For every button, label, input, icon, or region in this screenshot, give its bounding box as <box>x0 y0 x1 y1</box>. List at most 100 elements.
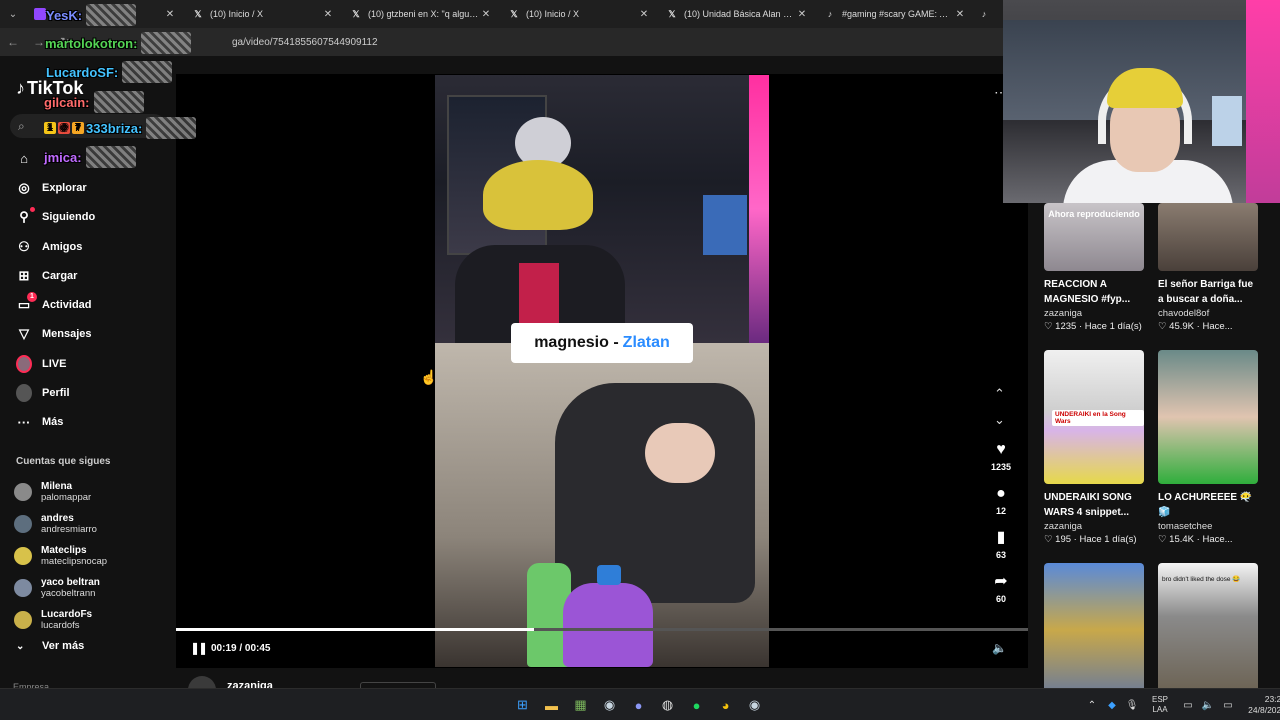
network-icon[interactable]: ▭ <box>1178 700 1198 711</box>
comment-button[interactable]: ● 12 <box>986 484 1016 516</box>
browser-tab[interactable]: ♪ R <box>974 0 998 28</box>
following-account[interactable]: andres andresmiarro <box>14 508 174 540</box>
clock[interactable]: 23:2624/8/2025 <box>1242 694 1280 716</box>
chevron-down-icon[interactable]: ⌄ <box>994 412 1005 428</box>
microphone-icon[interactable]: 🎙 <box>1122 700 1142 711</box>
chevron-down-icon: ⌄ <box>16 640 25 652</box>
sidebar-item-profile[interactable]: Perfil <box>0 378 176 407</box>
suggestion-stats: ♡ 45.9K · Hace... <box>1158 321 1233 332</box>
close-icon[interactable]: ✕ <box>164 9 176 20</box>
scene-arm <box>555 383 755 603</box>
chevron-up-icon[interactable]: ⌃ <box>994 386 1005 402</box>
close-icon[interactable]: ✕ <box>954 9 966 20</box>
suggestion-thumbnail[interactable] <box>1158 203 1258 271</box>
suggestion-stats: ♡ 195 · Hace 1 día(s) <box>1044 534 1137 545</box>
suggestion-time: Hace... <box>1202 321 1233 332</box>
tiktok-logo[interactable]: ♪ TikTok <box>16 78 83 99</box>
pause-icon[interactable]: ❚❚ <box>190 641 208 655</box>
close-icon[interactable]: ✕ <box>796 9 808 20</box>
following-account[interactable]: yaco beltran yacobeltrann <box>14 572 174 604</box>
share-button[interactable]: ➦ 60 <box>986 572 1016 604</box>
keyboard-layout: LAA <box>1152 705 1168 714</box>
suggestion-card[interactable] <box>1044 563 1144 688</box>
language-indicator[interactable]: ESP LAA <box>1146 695 1174 715</box>
video-progress-bar[interactable] <box>176 628 1028 631</box>
suggestion-time: Hace... <box>1202 534 1233 545</box>
speaker-icon[interactable]: 🔈 <box>1198 700 1218 711</box>
suggestion-thumbnail[interactable] <box>1044 563 1144 688</box>
suggestion-author: chavodel8of <box>1158 308 1210 319</box>
account-name: andres <box>41 513 74 524</box>
following-account[interactable]: Milena palomappar <box>14 476 174 508</box>
following-account[interactable]: Mateclips mateclipsnocap <box>14 540 174 572</box>
messages-icon: ▽ <box>19 326 29 342</box>
reload-icon[interactable]: ↻ <box>52 35 78 49</box>
forward-arrow-icon[interactable]: → <box>26 35 52 49</box>
like-button[interactable]: ♥ 1235 <box>986 440 1016 472</box>
suggestion-title: REACCION A MAGNESIO #fyp... <box>1044 279 1131 305</box>
save-button[interactable]: ▮ 63 <box>986 528 1016 560</box>
discord-icon[interactable]: ● <box>624 693 653 717</box>
heart-outline-icon: ♡ <box>1044 534 1053 545</box>
sidebar-item-label: Explorar <box>42 181 87 194</box>
battery-icon[interactable]: ▭ <box>1218 700 1238 711</box>
share-arrow-icon: ➦ <box>994 573 1008 590</box>
back-arrow-icon[interactable]: ← <box>0 35 26 49</box>
steam-client-icon[interactable]: ◉ <box>740 693 769 717</box>
sidebar-item-upload[interactable]: ⊞ Cargar <box>0 261 176 290</box>
browser-tab[interactable]: 𝕏 (10) Inicio / X ✕ <box>184 0 342 28</box>
suggestion-stats: ♡ 1235 · Hace 1 día(s) <box>1044 321 1142 332</box>
browser-tab[interactable]: 𝕏 (10) Inicio / X ✕ <box>500 0 658 28</box>
sidebar-item-activity[interactable]: ▭ 1 Actividad <box>0 290 176 319</box>
url-text[interactable]: ga/video/7541855607544909112 <box>232 37 378 48</box>
language-code: ESP <box>1151 695 1168 704</box>
suggestion-thumbnail[interactable]: UNDERAIKI en la Song Wars <box>1044 350 1144 484</box>
steam-icon[interactable]: ◉ <box>595 693 624 717</box>
sidebar-item-more[interactable]: ··· Más <box>0 408 176 437</box>
minecraft-icon[interactable]: ▦ <box>566 693 595 717</box>
search-input[interactable]: ⌕ <box>10 114 166 138</box>
suggestion-card[interactable]: Ahora reproduciendo REACCION A MAGNESIO … <box>1044 203 1144 332</box>
scene-hand <box>645 423 715 483</box>
account-handle: lucardofs <box>41 620 80 631</box>
sidebar-item-friends[interactable]: ⚇ Amigos <box>0 232 176 261</box>
close-icon[interactable]: ✕ <box>480 9 492 20</box>
browser-tab[interactable]: 𝕏 (10) Unidad Básica Alan Gauto ✕ <box>658 0 816 28</box>
close-icon[interactable]: ✕ <box>638 9 650 20</box>
tab-search-button[interactable]: ⌄ <box>0 0 26 28</box>
suggestion-thumbnail[interactable] <box>1158 350 1258 484</box>
sidebar-item-following[interactable]: ⚲ Siguiendo <box>0 203 176 232</box>
suggestion-thumbnail[interactable]: Ahora reproduciendo <box>1044 203 1144 271</box>
sidebar-item-label: Mensajes <box>42 328 92 341</box>
suggestion-likes: 15.4K <box>1169 534 1194 545</box>
obs-icon[interactable]: ◍ <box>653 693 682 717</box>
video-scene-top <box>435 75 769 345</box>
suggestion-card[interactable]: UNDERAIKI en la Song Wars UNDERAIKI SONG… <box>1044 350 1144 545</box>
windows-start-icon[interactable]: ⊞ <box>508 693 537 717</box>
tab-title: (10) gtzbeni en X: "q alguien m <box>368 9 480 19</box>
chrome-icon[interactable]: ◕ <box>711 693 740 717</box>
volume-icon[interactable]: 🔈 <box>992 641 1007 655</box>
profile-avatar <box>16 384 32 403</box>
tray-app-icon[interactable]: ◆ <box>1102 700 1122 711</box>
see-more-button[interactable]: ⌄ Ver más <box>16 640 84 652</box>
suggestion-card[interactable]: bro didn't liked the dose 😂 <box>1158 563 1258 688</box>
sidebar-item-live[interactable]: LIVE <box>0 349 176 378</box>
video-frame[interactable]: magnesio - Zlatan <box>435 75 769 667</box>
webcam-monitor <box>1212 96 1242 146</box>
video-player[interactable]: magnesio - Zlatan <box>176 56 1028 688</box>
browser-tab[interactable]: 𝕏 (10) gtzbeni en X: "q alguien m ✕ <box>342 0 500 28</box>
suggestion-author: zazaniga <box>1044 308 1083 319</box>
sidebar-item-label: Siguiendo <box>42 211 96 224</box>
tray-chevron-up-icon[interactable]: ⌃ <box>1082 700 1102 711</box>
close-icon[interactable]: ✕ <box>322 9 334 20</box>
file-explorer-icon[interactable]: ▬ <box>537 693 566 717</box>
suggestion-thumbnail[interactable]: bro didn't liked the dose 😂 <box>1158 563 1258 688</box>
sidebar-item-messages[interactable]: ▽ Mensajes <box>0 320 176 349</box>
spotify-icon[interactable]: ● <box>682 693 711 717</box>
suggestion-card[interactable]: El señor Barriga fue a buscar a doña... … <box>1158 203 1258 332</box>
suggestion-card[interactable]: LO ACHUREEEE 😶‍🌫️🧊 tomasetchee ♡ 15.4K ·… <box>1158 350 1258 545</box>
browser-tab[interactable]: ♪ #gaming #scary GAME: AAU | g ✕ <box>816 0 974 28</box>
sidebar-item-explore[interactable]: ◎ Explorar <box>0 173 176 202</box>
following-account[interactable]: LucardoFs lucardofs <box>14 604 174 636</box>
